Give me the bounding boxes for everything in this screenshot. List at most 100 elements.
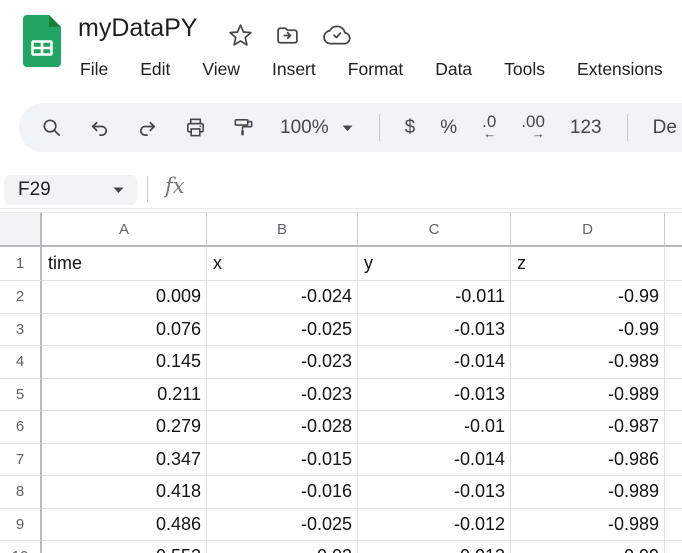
sheets-logo-icon[interactable] [23, 15, 61, 67]
cell-D5[interactable]: -0.989 [511, 379, 665, 412]
cell-B7[interactable]: -0.015 [207, 444, 358, 477]
row-header-8[interactable]: 8 [0, 476, 42, 509]
cell-C6[interactable]: -0.01 [358, 411, 511, 444]
cell-E8[interactable] [665, 476, 682, 509]
sheet-rows: 1timexyz20.009-0.024-0.011-0.9930.076-0.… [0, 247, 682, 553]
sheet-row-2: 20.009-0.024-0.011-0.99 [0, 281, 682, 314]
cell-A5[interactable]: 0.211 [42, 379, 207, 412]
cell-D4[interactable]: -0.989 [511, 346, 665, 379]
cell-C4[interactable]: -0.014 [358, 346, 511, 379]
row-header-6[interactable]: 6 [0, 411, 42, 444]
number-format-button[interactable]: 123 [570, 117, 602, 139]
cell-B4[interactable]: -0.023 [207, 346, 358, 379]
cell-A1[interactable]: time [42, 247, 207, 281]
cell-B1[interactable]: x [207, 247, 358, 281]
menu-data[interactable]: Data [419, 56, 488, 83]
menu-tools[interactable]: Tools [488, 56, 561, 83]
fx-icon[interactable]: fx [165, 174, 185, 198]
increase-decimal-button[interactable]: .00 → [521, 114, 545, 141]
cell-B6[interactable]: -0.028 [207, 411, 358, 444]
cell-C10[interactable]: -0.013 [358, 541, 511, 553]
menu-view[interactable]: View [186, 56, 256, 83]
menu-extensions[interactable]: Extensions [561, 56, 679, 83]
cell-E3[interactable] [665, 314, 682, 347]
print-icon[interactable] [184, 116, 207, 139]
cell-C3[interactable]: -0.013 [358, 314, 511, 347]
cell-D3[interactable]: -0.99 [511, 314, 665, 347]
cell-A8[interactable]: 0.418 [42, 476, 207, 509]
cell-C5[interactable]: -0.013 [358, 379, 511, 412]
column-header-E-partial[interactable] [665, 213, 682, 245]
cell-A7[interactable]: 0.347 [42, 444, 207, 477]
cell-E4[interactable] [665, 346, 682, 379]
decrease-decimal-button[interactable]: .0 ← [482, 114, 496, 141]
star-icon[interactable] [228, 23, 253, 48]
column-header-C[interactable]: C [358, 213, 511, 245]
column-header-D[interactable]: D [511, 213, 665, 245]
row-header-2[interactable]: 2 [0, 281, 42, 314]
menu-insert[interactable]: Insert [256, 56, 332, 83]
cell-C1[interactable]: y [358, 247, 511, 281]
cell-D6[interactable]: -0.987 [511, 411, 665, 444]
cell-A9[interactable]: 0.486 [42, 509, 207, 542]
cell-D9[interactable]: -0.989 [511, 509, 665, 542]
row-header-3[interactable]: 3 [0, 314, 42, 347]
font-family-selector[interactable]: De [653, 117, 677, 139]
chevron-down-icon [112, 186, 125, 194]
cell-E2[interactable] [665, 281, 682, 314]
row-header-10[interactable]: 10 [0, 541, 42, 553]
cell-B2[interactable]: -0.024 [207, 281, 358, 314]
name-box[interactable]: F29 [4, 175, 137, 205]
row-header-5[interactable]: 5 [0, 379, 42, 412]
cell-A10[interactable]: 0.552 [42, 541, 207, 553]
format-currency-button[interactable]: $ [405, 117, 416, 139]
menu-edit[interactable]: Edit [124, 56, 186, 83]
redo-icon[interactable] [136, 116, 159, 139]
cell-B5[interactable]: -0.023 [207, 379, 358, 412]
cell-E5[interactable] [665, 379, 682, 412]
column-header-B[interactable]: B [207, 213, 358, 245]
chevron-down-icon [341, 124, 354, 132]
cell-D8[interactable]: -0.989 [511, 476, 665, 509]
sheet-grid: A B C D 1timexyz20.009-0.024-0.011-0.993… [0, 212, 682, 553]
cell-C7[interactable]: -0.014 [358, 444, 511, 477]
cell-A3[interactable]: 0.076 [42, 314, 207, 347]
cell-E10[interactable] [665, 541, 682, 553]
row-header-7[interactable]: 7 [0, 444, 42, 477]
search-icon[interactable] [40, 116, 63, 139]
sheet-row-5: 50.211-0.023-0.013-0.989 [0, 379, 682, 412]
menu-file[interactable]: File [64, 56, 124, 83]
format-percent-button[interactable]: % [440, 117, 457, 139]
row-header-4[interactable]: 4 [0, 346, 42, 379]
name-box-value: F29 [4, 179, 112, 201]
move-to-folder-icon[interactable] [274, 23, 301, 48]
paint-format-icon[interactable] [232, 116, 255, 139]
cell-C9[interactable]: -0.012 [358, 509, 511, 542]
row-header-9[interactable]: 9 [0, 509, 42, 542]
row-header-1[interactable]: 1 [0, 247, 42, 281]
cell-C2[interactable]: -0.011 [358, 281, 511, 314]
cell-E6[interactable] [665, 411, 682, 444]
cell-E9[interactable] [665, 509, 682, 542]
cell-D10[interactable]: -0.99 [511, 541, 665, 553]
select-all-corner[interactable] [0, 213, 42, 245]
undo-icon[interactable] [88, 116, 111, 139]
cell-E1[interactable] [665, 247, 682, 281]
column-header-A[interactable]: A [42, 213, 207, 245]
menu-format[interactable]: Format [332, 56, 419, 83]
cell-B3[interactable]: -0.025 [207, 314, 358, 347]
cloud-saved-icon[interactable] [322, 22, 352, 48]
cell-D2[interactable]: -0.99 [511, 281, 665, 314]
cell-D1[interactable]: z [511, 247, 665, 281]
cell-A4[interactable]: 0.145 [42, 346, 207, 379]
zoom-control[interactable]: 100% [280, 117, 354, 139]
cell-A2[interactable]: 0.009 [42, 281, 207, 314]
cell-C8[interactable]: -0.013 [358, 476, 511, 509]
document-title[interactable]: myDataPY [78, 14, 197, 43]
cell-A6[interactable]: 0.279 [42, 411, 207, 444]
cell-E7[interactable] [665, 444, 682, 477]
cell-B10[interactable]: -0.02 [207, 541, 358, 553]
cell-B8[interactable]: -0.016 [207, 476, 358, 509]
cell-D7[interactable]: -0.986 [511, 444, 665, 477]
cell-B9[interactable]: -0.025 [207, 509, 358, 542]
